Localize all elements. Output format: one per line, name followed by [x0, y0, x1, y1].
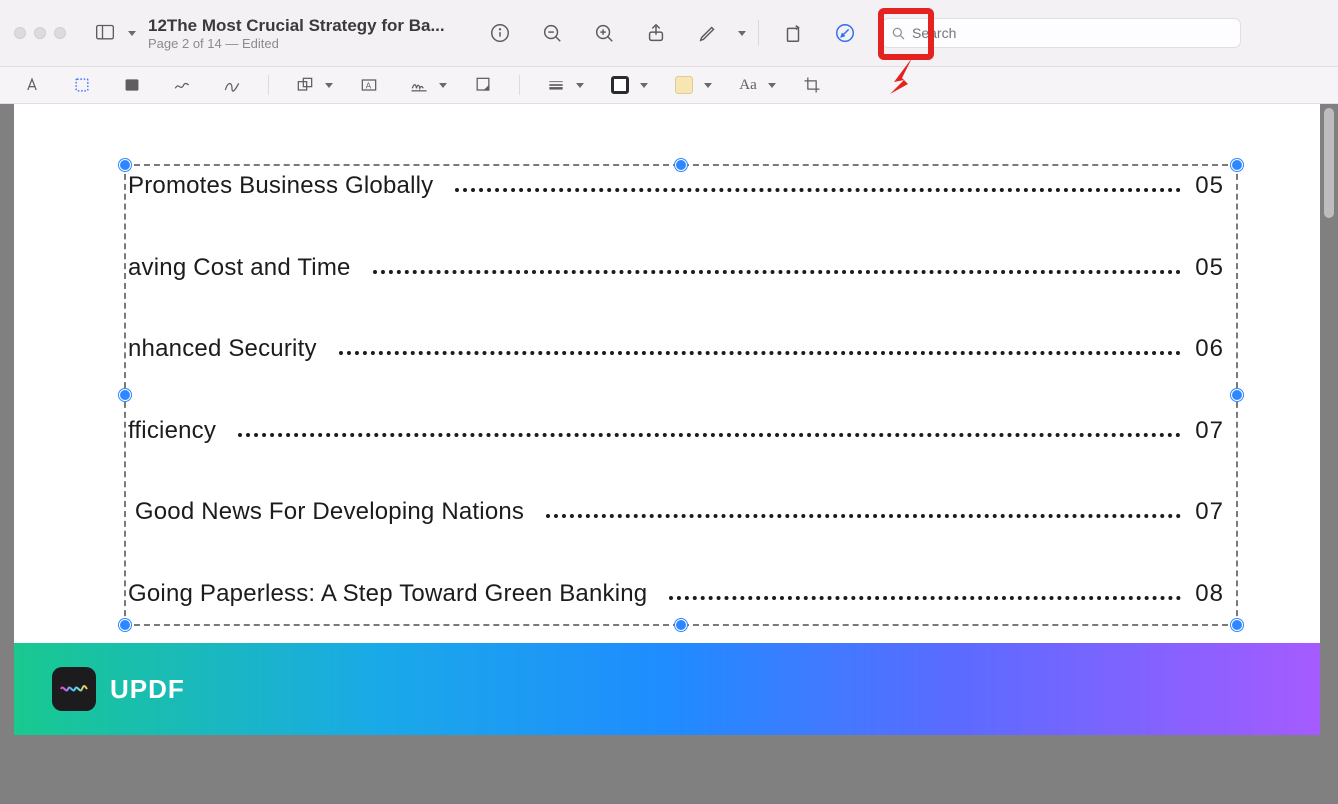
toc-title: fficiency	[128, 417, 216, 445]
signature-chevron-icon[interactable]	[439, 83, 447, 88]
toc-leader	[669, 596, 1181, 600]
toc-leader	[373, 270, 1182, 274]
document-subtitle: Page 2 of 14 — Edited	[148, 36, 458, 51]
annotate-circle-button[interactable]	[823, 14, 867, 52]
info-button[interactable]	[478, 14, 522, 52]
toc-title: Good News For Developing Nations	[128, 498, 524, 526]
zoom-out-button[interactable]	[530, 14, 574, 52]
document-page: Promotes Business Globally 05 aving Cost …	[14, 104, 1320, 735]
border-color-tool[interactable]	[606, 74, 634, 96]
border-chevron-icon[interactable]	[640, 83, 648, 88]
shapes-tool[interactable]	[291, 74, 319, 96]
markup-chevron-icon[interactable]	[738, 31, 746, 36]
toc-leader	[238, 433, 1181, 437]
markup-pencil-button[interactable]	[686, 14, 730, 52]
rotate-button[interactable]	[771, 14, 815, 52]
toc-row: nhanced Security 06	[128, 335, 1230, 373]
zoom-in-button[interactable]	[582, 14, 626, 52]
toc-page: 08	[1195, 580, 1224, 608]
toc-title: Going Paperless: A Step Toward Green Ban…	[128, 580, 647, 608]
border-swatch	[611, 76, 629, 94]
share-button[interactable]	[634, 14, 678, 52]
selection-rectangle[interactable]: Promotes Business Globally 05 aving Cost …	[124, 164, 1238, 626]
updf-brand-text: UPDF	[110, 674, 185, 705]
document-viewport[interactable]: Promotes Business Globally 05 aving Cost …	[0, 104, 1338, 804]
toc-title: Promotes Business Globally	[128, 172, 433, 200]
toc-leader	[455, 188, 1181, 192]
search-icon	[890, 25, 906, 41]
line-style-tool[interactable]	[542, 74, 570, 96]
toc-row: Good News For Developing Nations 07	[128, 498, 1230, 536]
search-field[interactable]	[881, 18, 1241, 48]
toc-page: 06	[1195, 335, 1224, 363]
font-chevron-icon[interactable]	[768, 83, 776, 88]
sketch-tool[interactable]	[168, 74, 196, 96]
text-style-tool[interactable]	[18, 74, 46, 96]
separator	[268, 75, 269, 95]
toc-row: Promotes Business Globally 05	[128, 172, 1230, 210]
toc-row: Going Paperless: A Step Toward Green Ban…	[128, 580, 1230, 618]
toc-page: 07	[1195, 498, 1224, 526]
toc-title: nhanced Security	[128, 335, 317, 363]
separator	[519, 75, 520, 95]
toc-leader	[546, 514, 1181, 518]
sidebar-toggle[interactable]	[88, 19, 122, 47]
toc-title: aving Cost and Time	[128, 254, 351, 282]
document-title: 12The Most Crucial Strategy for Ba...	[148, 16, 458, 36]
textbox-tool[interactable]: A	[355, 74, 383, 96]
window-controls	[14, 27, 66, 39]
minimize-dot[interactable]	[34, 27, 46, 39]
updf-logo-icon	[52, 667, 96, 711]
sidebar-chevron-icon[interactable]	[128, 31, 136, 36]
crop-tool[interactable]	[798, 74, 826, 96]
search-input[interactable]	[912, 25, 1232, 41]
redact-tool[interactable]	[118, 74, 146, 96]
updf-banner: UPDF	[14, 643, 1320, 735]
zoom-dot[interactable]	[54, 27, 66, 39]
toc-row: aving Cost and Time 05	[128, 254, 1230, 292]
close-dot[interactable]	[14, 27, 26, 39]
separator	[758, 20, 759, 46]
selection-tool[interactable]	[68, 74, 96, 96]
draw-tool[interactable]	[218, 74, 246, 96]
resize-handle-mr[interactable]	[1231, 389, 1243, 401]
scrollbar-track[interactable]	[1322, 104, 1336, 804]
scrollbar-thumb[interactable]	[1324, 108, 1334, 218]
resize-handle-br[interactable]	[1231, 619, 1243, 631]
note-tool[interactable]	[469, 74, 497, 96]
toc-leader	[339, 351, 1182, 355]
titlebar: 12The Most Crucial Strategy for Ba... Pa…	[0, 0, 1338, 67]
toc-row: fficiency 07	[128, 417, 1230, 455]
toc-page: 07	[1195, 417, 1224, 445]
font-tool[interactable]: Aa	[734, 74, 762, 96]
markup-toolbar: A Aa	[0, 67, 1338, 104]
fill-color-tool[interactable]	[670, 74, 698, 96]
fill-swatch	[675, 76, 693, 94]
line-chevron-icon[interactable]	[576, 83, 584, 88]
toc-page: 05	[1195, 172, 1224, 200]
shapes-chevron-icon[interactable]	[325, 83, 333, 88]
resize-handle-tr[interactable]	[1231, 159, 1243, 171]
table-of-contents: Promotes Business Globally 05 aving Cost …	[128, 168, 1230, 622]
svg-text:A: A	[366, 80, 372, 90]
fill-chevron-icon[interactable]	[704, 83, 712, 88]
toc-page: 05	[1195, 254, 1224, 282]
document-info: 12The Most Crucial Strategy for Ba... Pa…	[148, 16, 458, 51]
signature-tool[interactable]	[405, 74, 433, 96]
